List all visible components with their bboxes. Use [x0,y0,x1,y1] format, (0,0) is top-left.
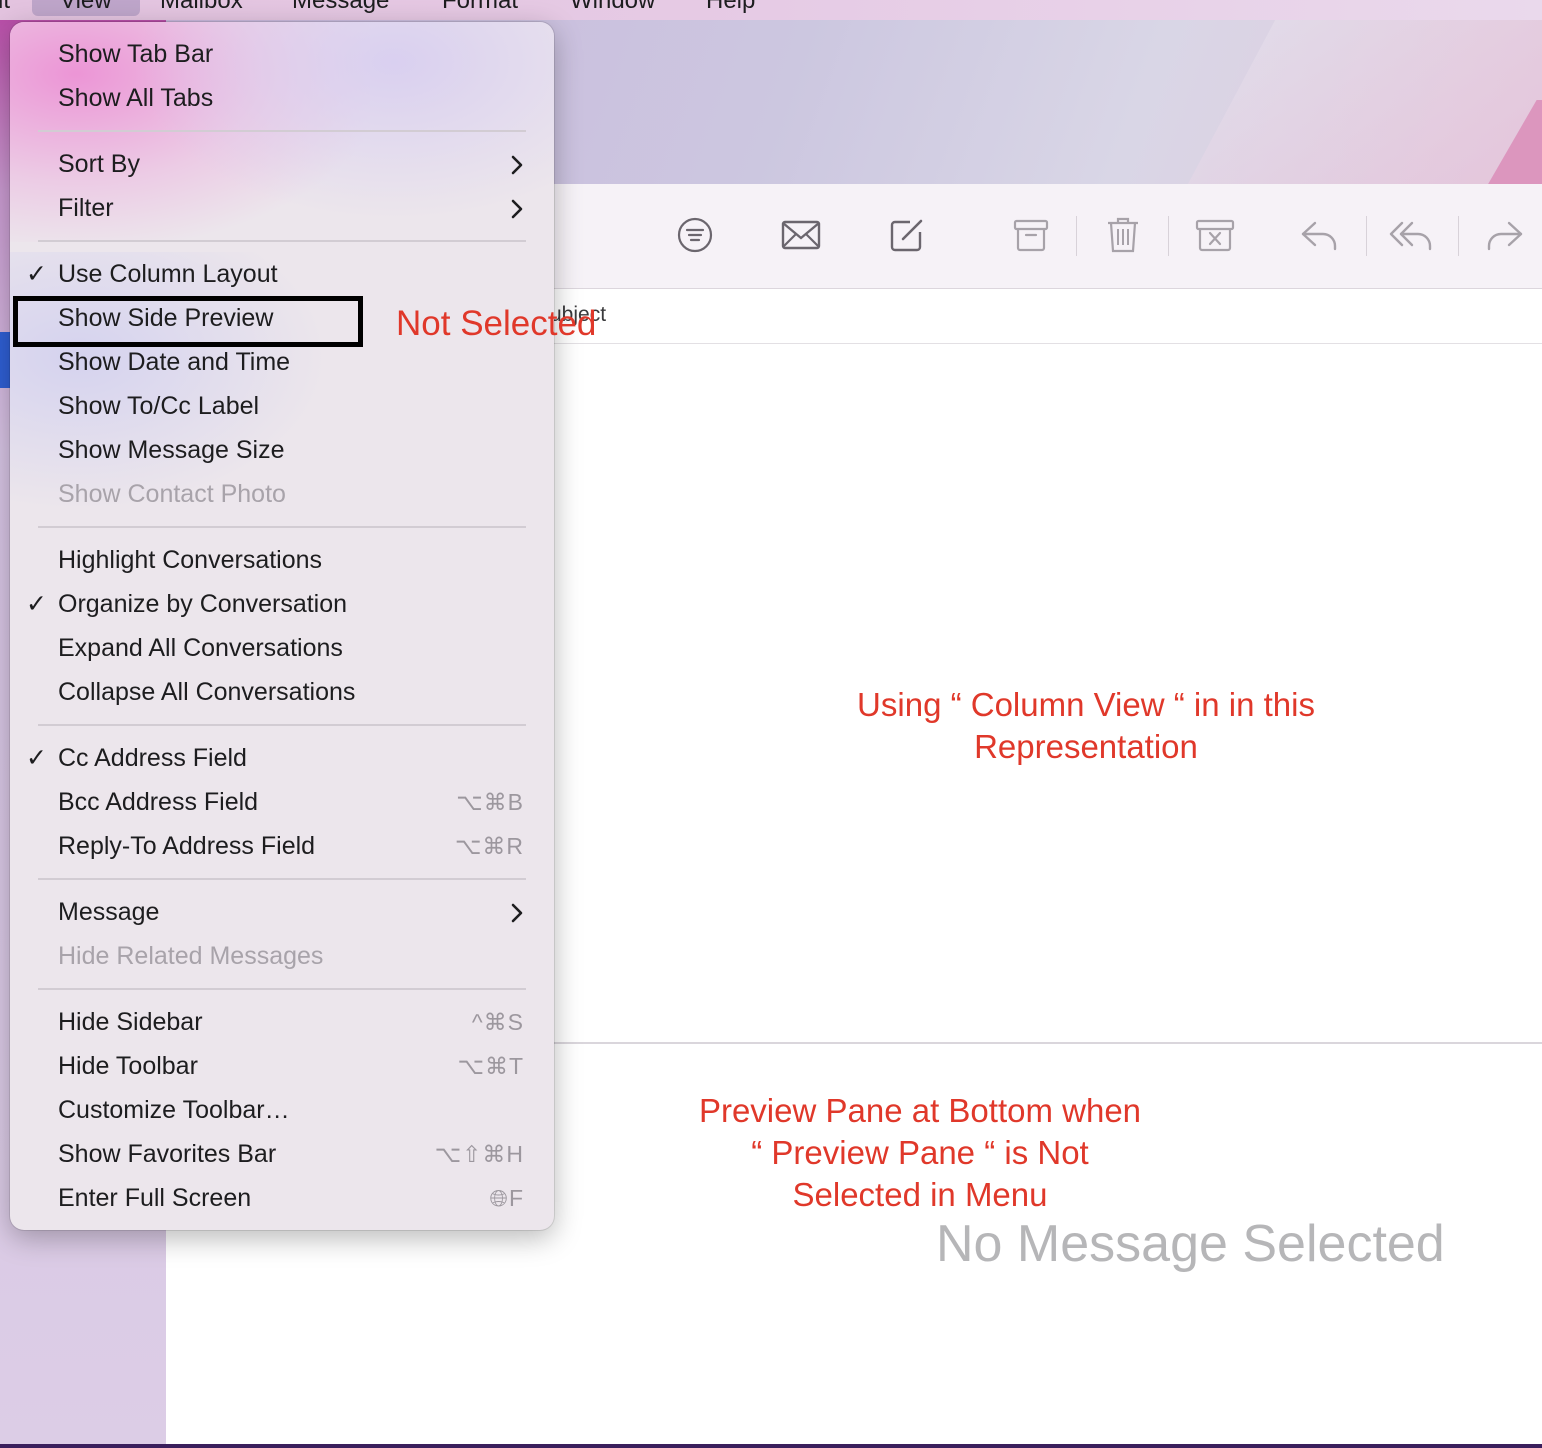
menu-item-label: Message [58,898,160,926]
menu-item-label: Show Favorites Bar [58,1140,277,1168]
menu-bar: it View Mailbox Message Format Window He… [0,0,1542,20]
menu-separator [38,724,526,726]
annotation-highlight-box [13,296,363,347]
menu-item-label: Collapse All Conversations [58,678,356,706]
keyboard-shortcut: ⌥⌘B [456,789,524,815]
menu-item-sort-by[interactable]: Sort By [10,143,554,187]
menu-item-label: Show Message Size [58,436,285,464]
window-bottom-edge [0,1444,1542,1448]
compose-icon[interactable] [884,212,930,258]
menu-separator [38,526,526,528]
menubar-item-mailbox[interactable]: Mailbox [160,0,243,16]
menubar-item-help[interactable]: Help [706,0,755,16]
menu-item-label: Cc Address Field [58,744,247,772]
chevron-right-icon [511,155,523,175]
reply-all-icon[interactable] [1388,212,1434,258]
menubar-item-view[interactable]: View [32,0,140,16]
menu-item-label: Show All Tabs [58,84,214,112]
menu-item-label: Customize Toolbar… [58,1096,290,1124]
menu-item-show-all-tabs[interactable]: Show All Tabs [10,77,554,121]
annotation-column-view: Using “ Column View “ in in this Represe… [836,684,1336,768]
menu-item-label: Hide Related Messages [58,942,324,970]
menu-item-highlight-conversations[interactable]: Highlight Conversations [10,539,554,583]
menu-item-label: Show To/Cc Label [58,392,260,420]
envelope-icon[interactable] [778,212,824,258]
menu-item-expand-all-conversations[interactable]: Expand All Conversations [10,627,554,671]
menubar-item-format[interactable]: Format [442,0,518,16]
menu-item-hide-sidebar[interactable]: Hide Sidebar ^⌘S [10,1001,554,1045]
keyboard-shortcut: ⌥⌘T [457,1053,524,1079]
checkmark-icon: ✓ [26,260,47,288]
view-menu: Show Tab Bar Show All Tabs Sort By Filte… [10,22,554,1230]
menu-item-message[interactable]: Message [10,891,554,935]
annotation-preview-pane-line: “ Preview Pane “ is Not [751,1134,1089,1171]
menu-item-label: Highlight Conversations [58,546,323,574]
trash-icon[interactable] [1100,212,1146,258]
annotation-column-view-line: Using “ Column View “ in in this [857,686,1315,723]
menu-item-filter[interactable]: Filter [10,187,554,231]
checkmark-icon: ✓ [26,590,47,618]
menu-separator [38,878,526,880]
keyboard-shortcut: ⌥⇧⌘H [434,1141,524,1167]
menu-item-hide-related-messages: Hide Related Messages [10,935,554,979]
menu-item-show-tab-bar[interactable]: Show Tab Bar [10,33,554,77]
keyboard-shortcut: 🌐︎F [489,1185,524,1211]
no-message-selected-text: No Message Selected [936,1215,1445,1273]
menu-item-show-contact-photo: Show Contact Photo [10,473,554,517]
menu-item-label: Show Contact Photo [58,480,286,508]
junk-icon[interactable] [1192,212,1238,258]
checkmark-icon: ✓ [26,744,47,772]
sidebar-selected-item[interactable] [0,332,10,388]
chevron-right-icon [511,199,523,219]
menu-item-label: Filter [58,194,114,222]
keyboard-shortcut: ⌥⌘R [454,833,524,859]
menu-item-use-column-layout[interactable]: ✓ Use Column Layout [10,253,554,297]
filter-icon[interactable] [672,212,718,258]
menu-item-show-to-cc-label[interactable]: Show To/Cc Label [10,385,554,429]
menu-item-collapse-all-conversations[interactable]: Collapse All Conversations [10,671,554,715]
annotation-not-selected: Not Selected [396,304,597,343]
menu-item-label: Enter Full Screen [58,1184,252,1212]
menu-item-label: Show Date and Time [58,348,291,376]
menu-item-label: Organize by Conversation [58,590,348,618]
menu-item-label: Expand All Conversations [58,634,343,662]
menu-item-cc-address-field[interactable]: ✓ Cc Address Field [10,737,554,781]
archive-icon[interactable] [1008,212,1054,258]
menu-item-show-date-and-time[interactable]: Show Date and Time [10,341,554,385]
menu-item-label: Use Column Layout [58,260,278,288]
menu-separator [38,988,526,990]
annotation-preview-pane-line: Selected in Menu [792,1176,1048,1213]
annotation-preview-pane: Preview Pane at Bottom when “ Preview Pa… [670,1090,1170,1216]
reply-icon[interactable] [1296,212,1342,258]
annotation-preview-pane-line: Preview Pane at Bottom when [698,1092,1142,1129]
forward-icon[interactable] [1482,212,1528,258]
menubar-item-window[interactable]: Window [570,0,655,16]
menu-item-reply-to-address-field[interactable]: Reply-To Address Field ⌥⌘R [10,825,554,869]
menu-item-label: Bcc Address Field [58,788,259,816]
menu-item-label: Hide Sidebar [58,1008,203,1036]
menu-item-label: Hide Toolbar [58,1052,198,1080]
annotation-column-view-line: Representation [974,728,1198,765]
menu-separator [38,130,526,132]
menu-item-hide-toolbar[interactable]: Hide Toolbar ⌥⌘T [10,1045,554,1089]
menu-separator [38,240,526,242]
menubar-item-message[interactable]: Message [292,0,389,16]
menu-item-bcc-address-field[interactable]: Bcc Address Field ⌥⌘B [10,781,554,825]
menu-item-customize-toolbar[interactable]: Customize Toolbar… [10,1089,554,1133]
menu-item-label: Reply-To Address Field [58,832,316,860]
menubar-item-edit[interactable]: it [0,0,10,16]
menu-item-label: Show Tab Bar [58,40,214,68]
menu-item-organize-by-conversation[interactable]: ✓ Organize by Conversation [10,583,554,627]
keyboard-shortcut: ^⌘S [471,1009,524,1035]
menu-item-label: Sort By [58,150,140,178]
menu-item-show-favorites-bar[interactable]: Show Favorites Bar ⌥⇧⌘H [10,1133,554,1177]
chevron-right-icon [511,903,523,923]
menu-item-enter-full-screen[interactable]: Enter Full Screen 🌐︎F [10,1177,554,1221]
menu-item-show-message-size[interactable]: Show Message Size [10,429,554,473]
